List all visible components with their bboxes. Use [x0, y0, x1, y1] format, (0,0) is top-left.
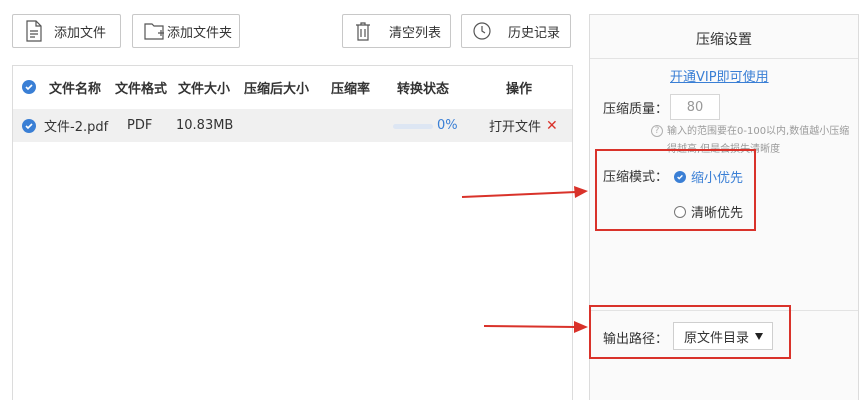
progress-bar — [393, 124, 433, 129]
clock-icon — [472, 20, 492, 42]
table-header: 文件名称 文件格式 文件大小 压缩后大小 压缩率 转换状态 操作 — [13, 66, 572, 108]
column-header-size: 文件大小 — [178, 81, 231, 97]
add-folder-icon — [143, 20, 164, 42]
file-size: 10.83MB — [176, 118, 234, 133]
select-all-checkbox[interactable] — [22, 80, 36, 94]
open-file-link[interactable]: 打开文件 — [489, 116, 541, 135]
vip-link[interactable]: 开通VIP即可使用 — [670, 66, 769, 85]
annotation-arrow-output — [483, 321, 588, 333]
table-row[interactable]: 文件-2.pdf PDF 10.83MB 0% 打开文件 ✕ — [13, 109, 572, 142]
file-name: 文件-2.pdf — [44, 120, 109, 135]
column-header-name: 文件名称 — [49, 81, 102, 97]
delete-icon[interactable]: ✕ — [546, 118, 558, 134]
row-checkbox[interactable] — [22, 119, 36, 133]
add-folder-button[interactable]: 添加文件夹 — [132, 14, 240, 48]
annotation-arrow-mode — [461, 186, 588, 198]
history-label: 历史记录 — [508, 25, 561, 41]
file-list-panel: 文件名称 文件格式 文件大小 压缩后大小 压缩率 转换状态 操作 文件-2.pd… — [12, 65, 573, 400]
clear-list-button[interactable]: 清空列表 — [342, 14, 451, 48]
annotation-box-output — [589, 305, 791, 359]
quality-input[interactable] — [670, 94, 720, 120]
column-header-ratio: 压缩率 — [331, 81, 371, 97]
history-button[interactable]: 历史记录 — [461, 14, 571, 48]
trash-icon — [353, 20, 373, 42]
progress-percent: 0% — [437, 118, 458, 133]
annotation-box-mode — [595, 149, 756, 231]
file-format: PDF — [127, 118, 153, 133]
column-header-compressed-size: 压缩后大小 — [244, 81, 310, 97]
column-header-status: 转换状态 — [397, 81, 450, 97]
column-header-format: 文件格式 — [115, 81, 168, 97]
settings-title: 压缩设置 — [696, 32, 752, 48]
add-folder-label: 添加文件夹 — [167, 25, 233, 41]
add-file-button[interactable]: 添加文件 — [12, 14, 121, 48]
add-file-label: 添加文件 — [54, 25, 107, 41]
add-file-icon — [24, 20, 44, 42]
divider — [590, 58, 858, 59]
quality-label: 压缩质量： — [603, 102, 669, 117]
clear-list-label: 清空列表 — [389, 25, 442, 41]
column-header-action: 操作 — [506, 81, 533, 97]
